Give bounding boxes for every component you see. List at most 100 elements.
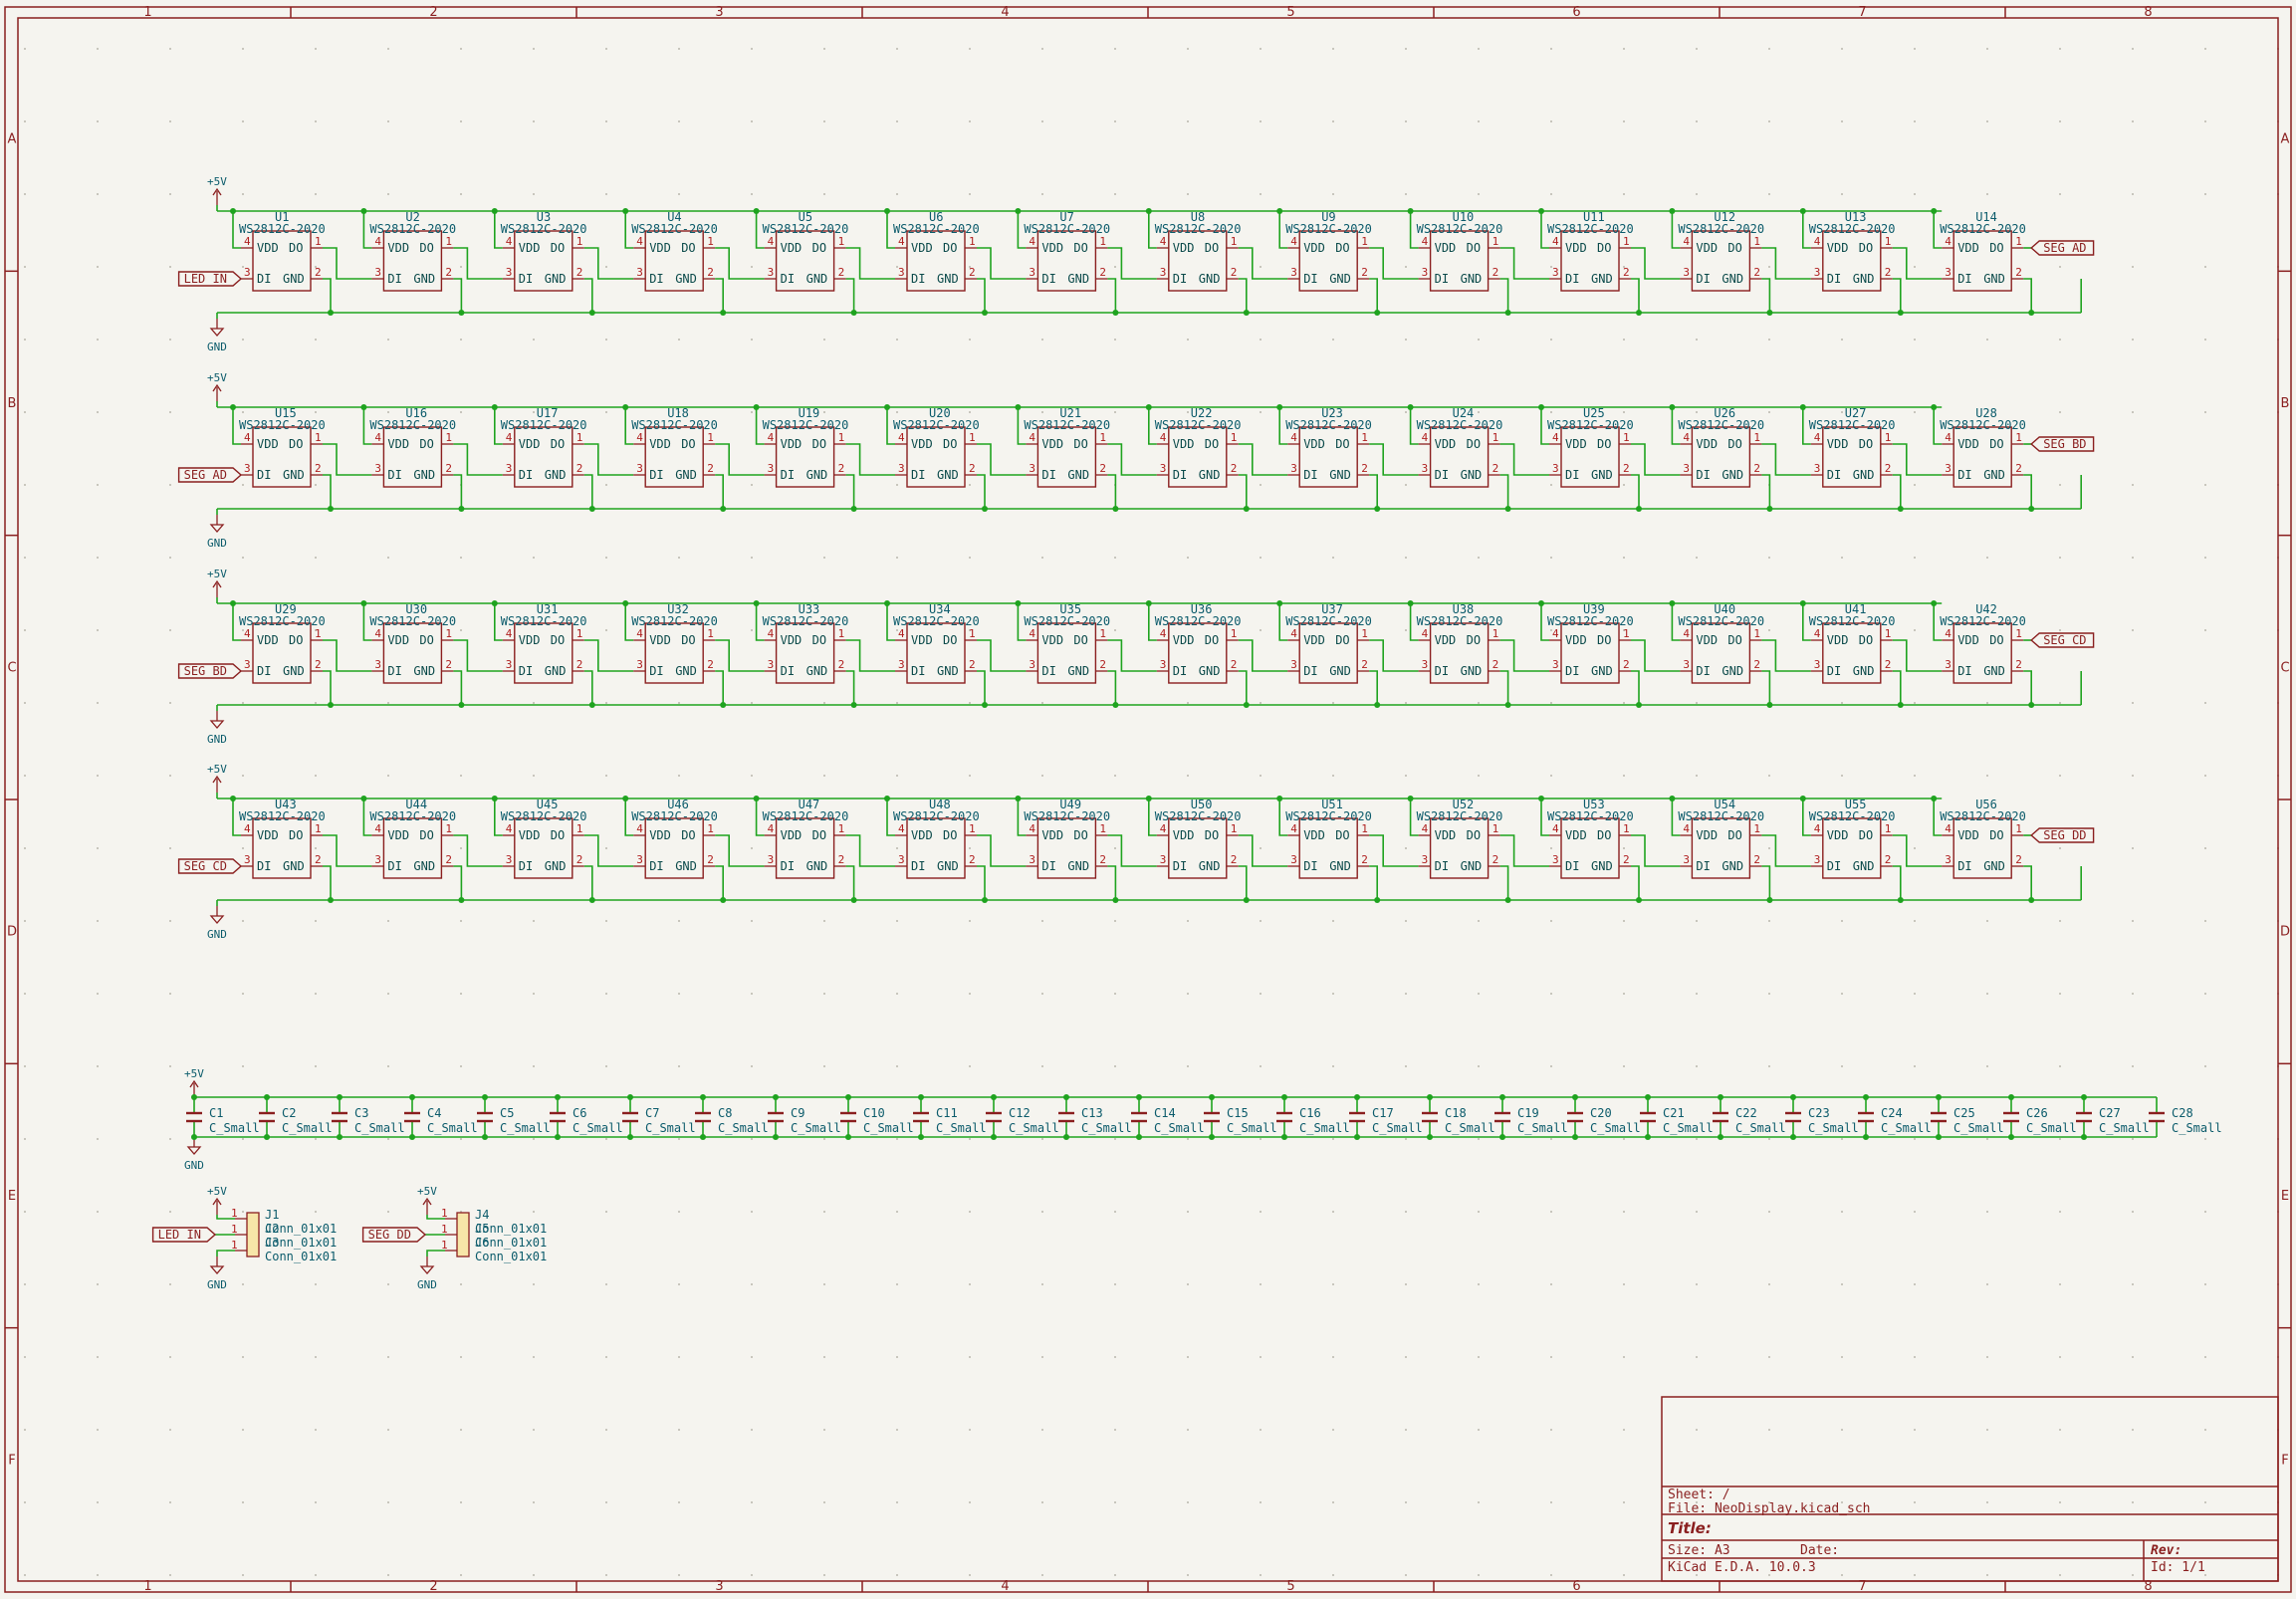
- svg-text:VDD: VDD: [1957, 828, 1979, 842]
- svg-text:2: 2: [1492, 462, 1499, 475]
- part-value: WS2812C-2020: [1024, 222, 1110, 236]
- led-u1: U1WS2812C-20204312VDD DODI GND: [230, 208, 372, 316]
- led-u39: U39WS2812C-20204312VDD DODI GND: [1538, 600, 1681, 708]
- svg-text:GND: GND: [1722, 272, 1743, 286]
- svg-text:GND: GND: [283, 859, 305, 873]
- svg-text:2: 2: [1231, 658, 1238, 671]
- svg-text:VDD: VDD: [1303, 828, 1325, 842]
- svg-text:2: 2: [1623, 266, 1630, 279]
- part-value: WS2812C-2020: [1547, 614, 1634, 628]
- led-u27: U27WS2812C-20204312VDD DODI GND: [1799, 404, 1943, 512]
- svg-text:VDD: VDD: [387, 828, 409, 842]
- svg-text:DO: DO: [1073, 828, 1087, 842]
- column-marker-bottom: 3: [715, 1579, 723, 1594]
- part-value: C_Small: [2172, 1121, 2222, 1135]
- svg-text:3: 3: [506, 462, 513, 475]
- svg-text:DI: DI: [911, 468, 925, 482]
- part-value: WS2812C-2020: [763, 809, 849, 823]
- svg-text:2: 2: [1753, 266, 1760, 279]
- svg-text:DI: DI: [1565, 272, 1579, 286]
- svg-text:1: 1: [707, 431, 714, 444]
- part-value: WS2812C-2020: [1155, 614, 1242, 628]
- sheet-size: Size: A3: [1668, 1543, 1730, 1558]
- cap-c26: C26C_Small: [2003, 1094, 2077, 1140]
- ref-designator: C4: [427, 1106, 441, 1120]
- part-value: C_Small: [936, 1121, 987, 1135]
- svg-text:GND: GND: [1461, 468, 1483, 482]
- net-label: SEG_BD: [184, 664, 227, 678]
- svg-text:GND: GND: [545, 859, 567, 873]
- svg-text:4: 4: [506, 627, 513, 640]
- svg-text:4: 4: [1160, 235, 1167, 248]
- part-value: WS2812C-2020: [1809, 614, 1896, 628]
- svg-text:DO: DO: [1597, 241, 1611, 255]
- column-marker-bottom: 2: [429, 1579, 437, 1594]
- svg-text:3: 3: [1160, 853, 1167, 866]
- column-marker-top: 2: [429, 5, 437, 20]
- svg-text:VDD: VDD: [1435, 828, 1457, 842]
- cap-c23: C23C_Small: [1785, 1094, 1859, 1140]
- cap-c17: C17C_Small: [1349, 1094, 1423, 1140]
- svg-text:DO: DO: [1467, 828, 1481, 842]
- led-u8: U8WS2812C-20204312VDD DODI GND: [1145, 208, 1288, 316]
- svg-text:1: 1: [445, 627, 452, 640]
- svg-text:Conn_01x01: Conn_01x01: [475, 1236, 547, 1250]
- svg-text:1: 1: [707, 822, 714, 835]
- part-value: WS2812C-2020: [369, 418, 456, 432]
- part-value: Conn_01x01: [475, 1222, 547, 1236]
- svg-text:4: 4: [1160, 431, 1167, 444]
- net-label: SEG_CD: [184, 859, 227, 873]
- svg-text:1: 1: [1753, 235, 1760, 248]
- schematic-canvas[interactable]: 1122334455667788A AB BC CD DE EF F +5VGNDU1WS2…: [0, 0, 2296, 1599]
- cap-c4: C4C_Small: [404, 1094, 478, 1140]
- part-value: WS2812C-2020: [1155, 418, 1242, 432]
- svg-text:DO: DO: [1335, 633, 1349, 647]
- svg-text:GND: GND: [1722, 468, 1743, 482]
- svg-text:3: 3: [1683, 658, 1690, 671]
- part-value: WS2812C-2020: [1155, 222, 1242, 236]
- part-value: C_Small: [1154, 1121, 1205, 1135]
- svg-text:DO: DO: [289, 633, 303, 647]
- part-value: WS2812C-2020: [239, 809, 326, 823]
- svg-text:3: 3: [1945, 462, 1952, 475]
- svg-text:DI: DI: [649, 468, 663, 482]
- svg-text:1: 1: [1361, 822, 1368, 835]
- svg-text:3: 3: [1814, 658, 1821, 671]
- part-value: WS2812C-2020: [1678, 222, 1764, 236]
- svg-text:1: 1: [1753, 627, 1760, 640]
- led-u17: U17WS2812C-20204312VDD DODI GND: [491, 404, 634, 512]
- svg-text:4: 4: [1552, 627, 1559, 640]
- svg-text:3: 3: [1683, 266, 1690, 279]
- svg-text:VDD: VDD: [1827, 828, 1849, 842]
- cap-c2: C2C_Small: [259, 1094, 333, 1140]
- led-u41: U41WS2812C-20204312VDD DODI GND: [1799, 600, 1943, 708]
- connectors: +5V111GNDLED_INJ1J2J3Conn_01x01Conn_01x0…: [151, 1185, 547, 1291]
- svg-text:DI: DI: [1435, 859, 1449, 873]
- led-u5: U5WS2812C-20204312VDD DODI GND: [753, 208, 895, 316]
- svg-text:3: 3: [1945, 853, 1952, 866]
- svg-text:DO: DO: [1859, 633, 1873, 647]
- row-marker-right: F: [2281, 1453, 2288, 1468]
- led-u11: U11WS2812C-20204312VDD DODI GND: [1538, 208, 1681, 316]
- svg-text:1: 1: [1492, 627, 1499, 640]
- svg-text:1: 1: [1623, 431, 1630, 444]
- led-u29: U29WS2812C-20204312VDD DODI GND: [230, 600, 372, 708]
- svg-text:4: 4: [244, 431, 251, 444]
- svg-text:1: 1: [1099, 627, 1106, 640]
- svg-text:DI: DI: [911, 859, 925, 873]
- svg-text:VDD: VDD: [387, 241, 409, 255]
- led-u13: U13WS2812C-20204312VDD DODI GND: [1799, 208, 1943, 316]
- svg-text:DO: DO: [681, 633, 695, 647]
- svg-text:3: 3: [506, 853, 513, 866]
- svg-text:3: 3: [1160, 266, 1167, 279]
- ref-designator: C24: [1881, 1106, 1903, 1120]
- ref-designator: C14: [1154, 1106, 1176, 1120]
- part-value: C_Small: [573, 1121, 623, 1135]
- svg-text:4: 4: [1422, 235, 1429, 248]
- svg-text:4: 4: [636, 627, 643, 640]
- cap-c27: C27C_Small: [2076, 1094, 2150, 1140]
- svg-text:GND: GND: [1591, 468, 1613, 482]
- ref-designator: C8: [718, 1106, 732, 1120]
- svg-text:1: 1: [1231, 627, 1238, 640]
- svg-text:1: 1: [441, 1223, 448, 1236]
